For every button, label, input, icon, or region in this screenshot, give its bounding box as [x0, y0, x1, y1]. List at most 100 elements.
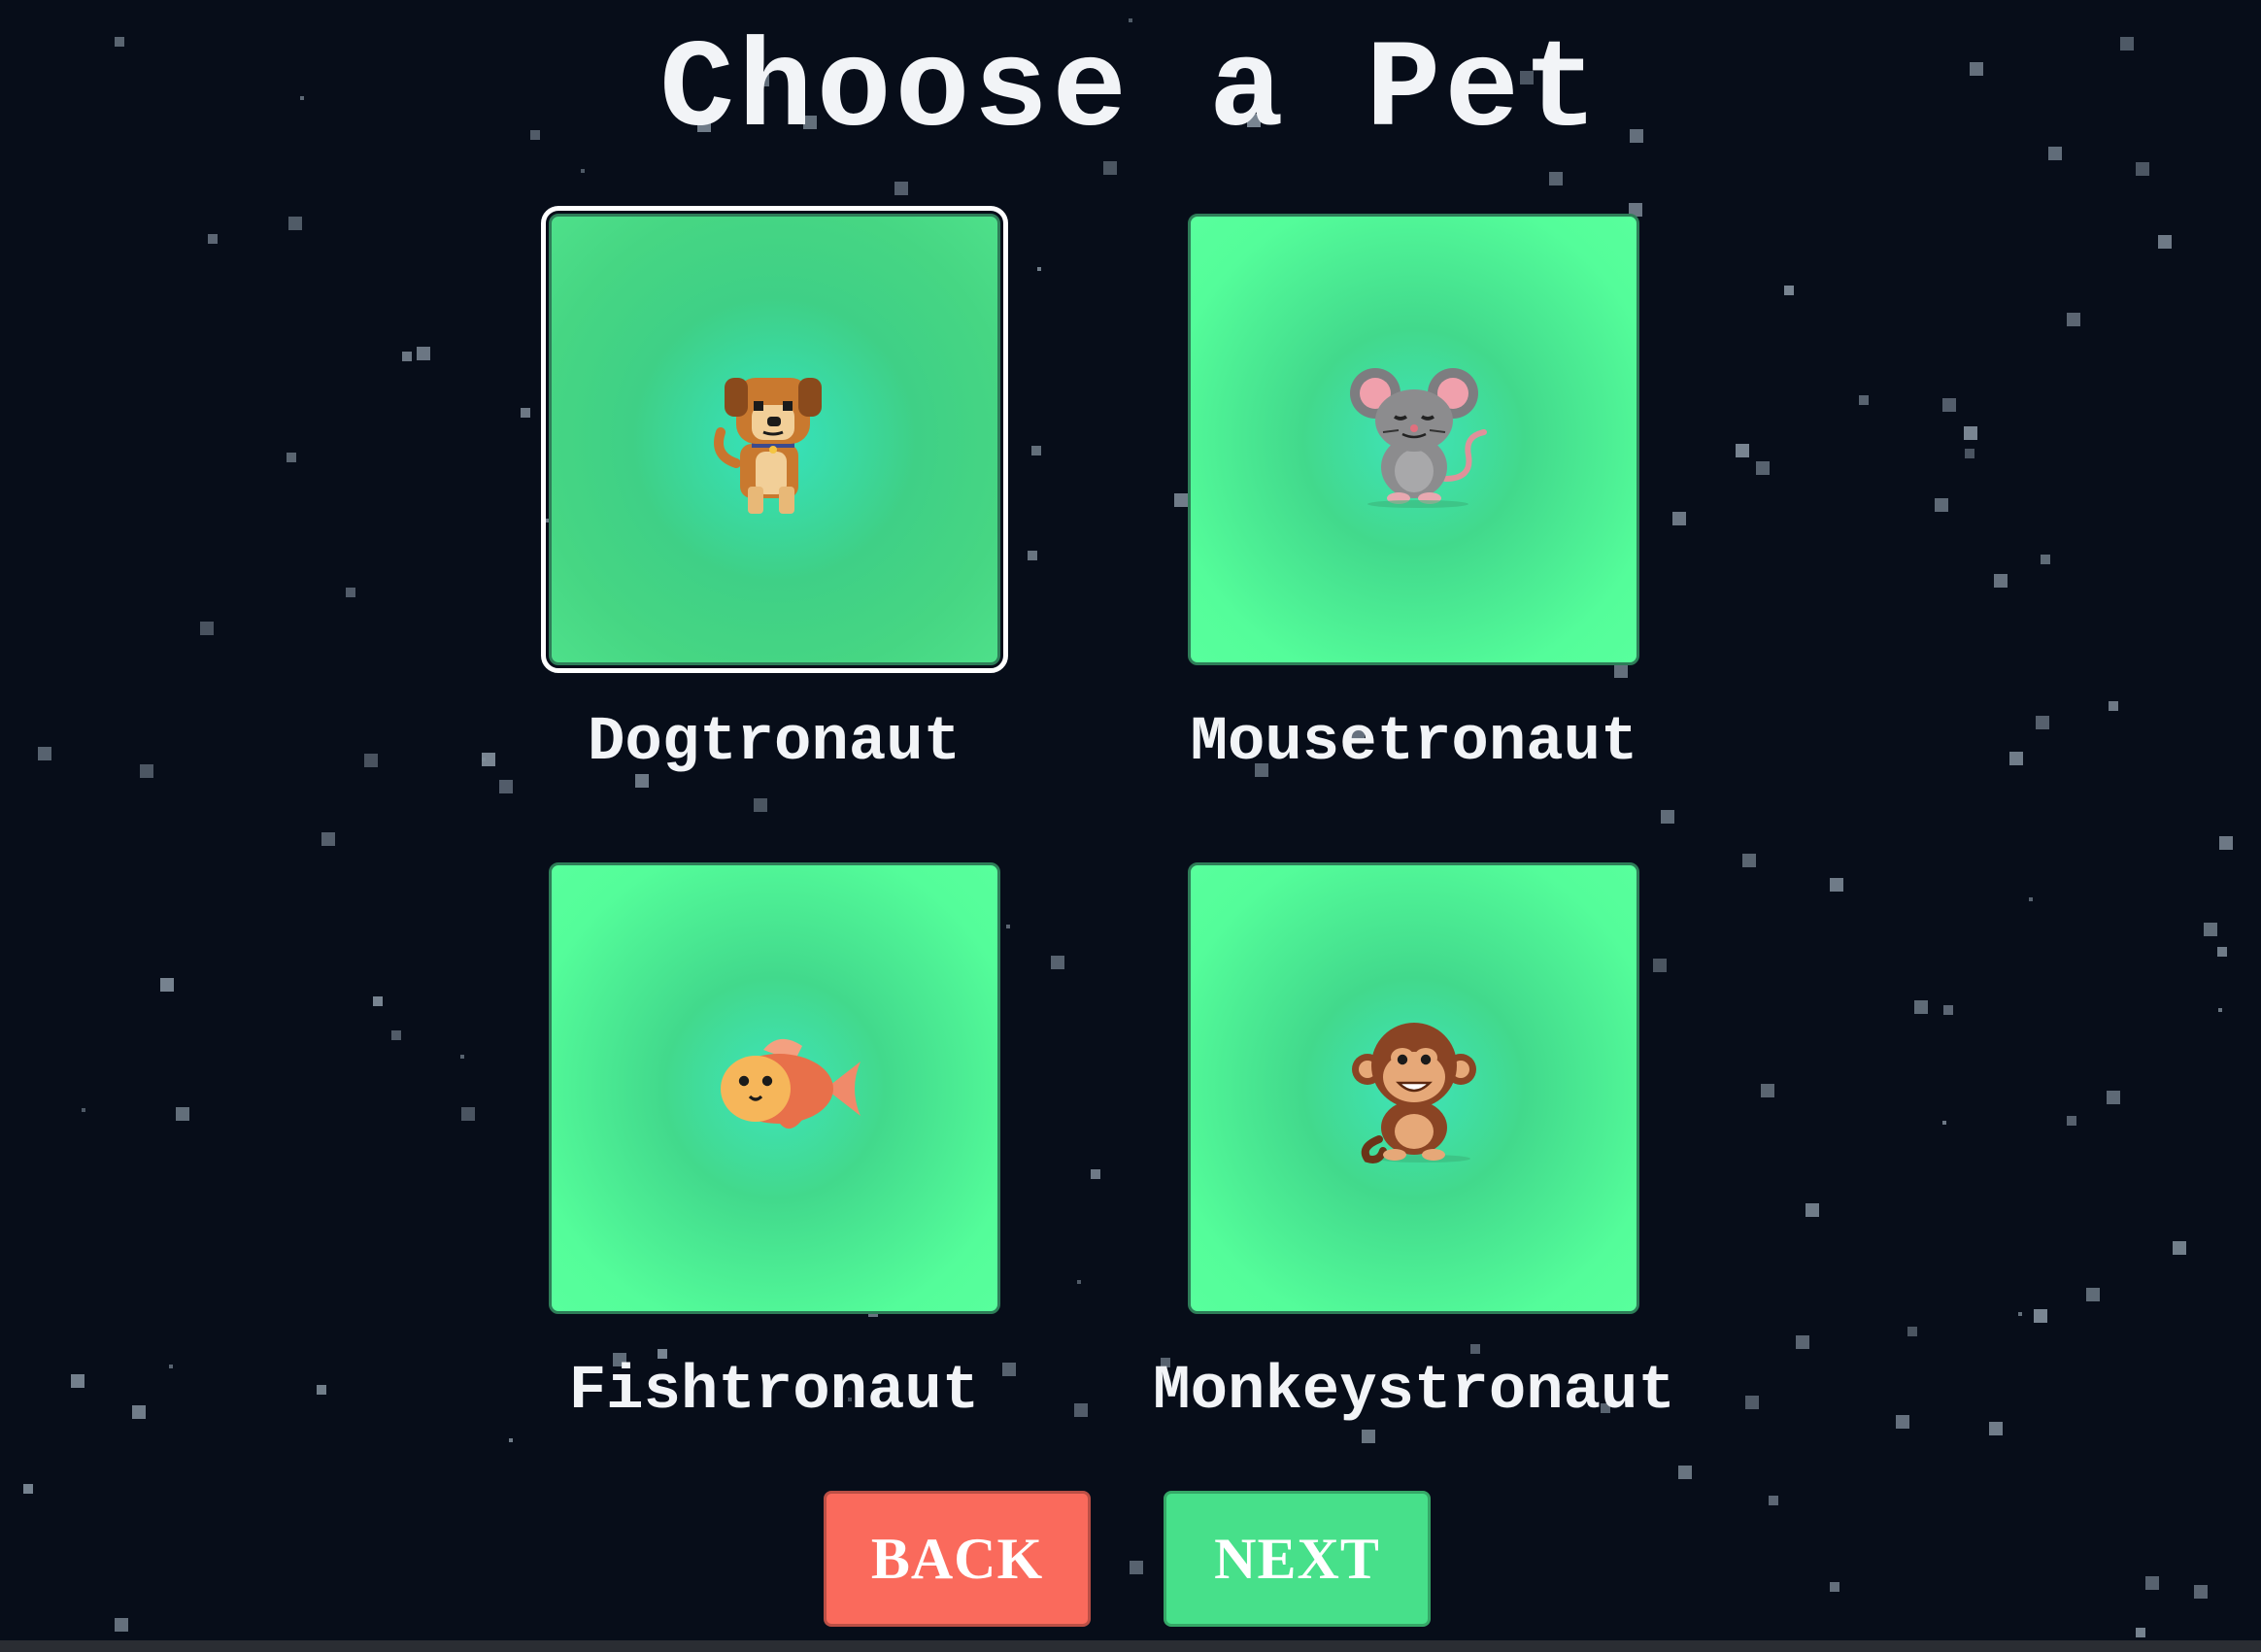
- star: [1907, 1327, 1917, 1336]
- star: [2109, 701, 2118, 711]
- star: [1362, 1430, 1375, 1443]
- star: [1965, 449, 1974, 458]
- star: [1935, 498, 1948, 512]
- bottom-edge-bar: [0, 1640, 2261, 1652]
- star: [402, 352, 412, 361]
- star: [321, 832, 335, 846]
- star: [1830, 878, 1843, 892]
- star: [176, 1107, 189, 1121]
- star: [1896, 1415, 1909, 1429]
- star: [2029, 897, 2033, 901]
- star: [391, 1030, 401, 1040]
- pet-card-fish[interactable]: [549, 862, 1000, 1314]
- star: [317, 1385, 326, 1395]
- star: [200, 622, 214, 635]
- star: [499, 780, 513, 793]
- star: [460, 1055, 464, 1059]
- star: [2217, 947, 2227, 957]
- star: [1091, 1169, 1100, 1179]
- star: [1672, 512, 1686, 525]
- star: [1769, 1496, 1778, 1505]
- star: [140, 764, 153, 778]
- star: [2145, 1576, 2159, 1590]
- pet-name-dog: Dogtronaut: [587, 708, 962, 778]
- star: [1796, 1335, 1809, 1349]
- star: [2158, 235, 2172, 249]
- star: [1989, 1422, 2003, 1435]
- star: [2194, 1585, 2208, 1599]
- star: [82, 1108, 85, 1112]
- pet-card-dog[interactable]: [541, 206, 1008, 673]
- pet-name-fish: Fishtronaut: [568, 1357, 980, 1427]
- star: [1805, 1203, 1819, 1217]
- pet-card-monkey[interactable]: [1188, 862, 1639, 1314]
- star: [2086, 1288, 2100, 1301]
- star: [132, 1405, 146, 1419]
- star: [1661, 810, 1674, 824]
- star: [1942, 398, 1956, 412]
- star: [1761, 1084, 1774, 1097]
- star: [1028, 551, 1037, 560]
- page-title: Choose a Pet: [659, 21, 1602, 162]
- star: [417, 347, 430, 360]
- star: [1614, 664, 1628, 678]
- star: [2204, 923, 2217, 936]
- star: [1756, 461, 1770, 475]
- star: [1174, 493, 1188, 507]
- star: [581, 169, 585, 173]
- next-button[interactable]: NEXT: [1164, 1491, 1431, 1627]
- star: [754, 798, 767, 812]
- star: [208, 234, 218, 244]
- star: [2218, 1008, 2222, 1012]
- star: [1859, 395, 1869, 405]
- star: [2107, 1091, 2120, 1104]
- dog-icon: [713, 377, 822, 514]
- star: [461, 1107, 475, 1121]
- star: [509, 1438, 513, 1442]
- pet-name-mouse: Mousetronaut: [1190, 708, 1638, 778]
- star: [2219, 836, 2233, 850]
- star: [38, 747, 51, 760]
- star: [373, 996, 383, 1006]
- star: [2067, 313, 2080, 326]
- star: [1830, 1582, 1839, 1592]
- star: [23, 1484, 33, 1494]
- star: [71, 1374, 84, 1388]
- star: [1914, 1000, 1928, 1014]
- star: [1736, 444, 1749, 457]
- star: [364, 754, 378, 767]
- star: [1742, 854, 1756, 867]
- pet-card-mouse[interactable]: [1188, 214, 1639, 665]
- star: [2009, 752, 2023, 765]
- star: [288, 217, 302, 230]
- star: [2067, 1116, 2076, 1126]
- star: [894, 182, 908, 195]
- star: [1130, 1561, 1143, 1574]
- mouse-icon: [1349, 367, 1487, 508]
- star: [1549, 172, 1563, 185]
- star: [1031, 446, 1041, 455]
- star: [2034, 1309, 2047, 1323]
- star: [169, 1365, 173, 1368]
- star: [1678, 1466, 1692, 1479]
- star: [1653, 959, 1667, 972]
- star: [1942, 1121, 1946, 1125]
- star: [1994, 574, 2008, 588]
- star: [287, 453, 296, 462]
- back-button[interactable]: BACK: [824, 1491, 1091, 1627]
- star: [346, 588, 355, 597]
- star: [2173, 1241, 2186, 1255]
- star: [1051, 956, 1064, 969]
- monkey-icon: [1351, 1022, 1476, 1163]
- star: [1964, 426, 1977, 440]
- fish-icon: [720, 1038, 861, 1129]
- star: [115, 1618, 128, 1632]
- star: [1077, 1280, 1081, 1284]
- star: [160, 978, 174, 992]
- star: [1037, 267, 1041, 271]
- star: [1943, 1005, 1953, 1015]
- star: [2041, 555, 2050, 564]
- star: [2036, 716, 2049, 729]
- star: [2136, 1628, 2145, 1637]
- star: [1006, 925, 1010, 928]
